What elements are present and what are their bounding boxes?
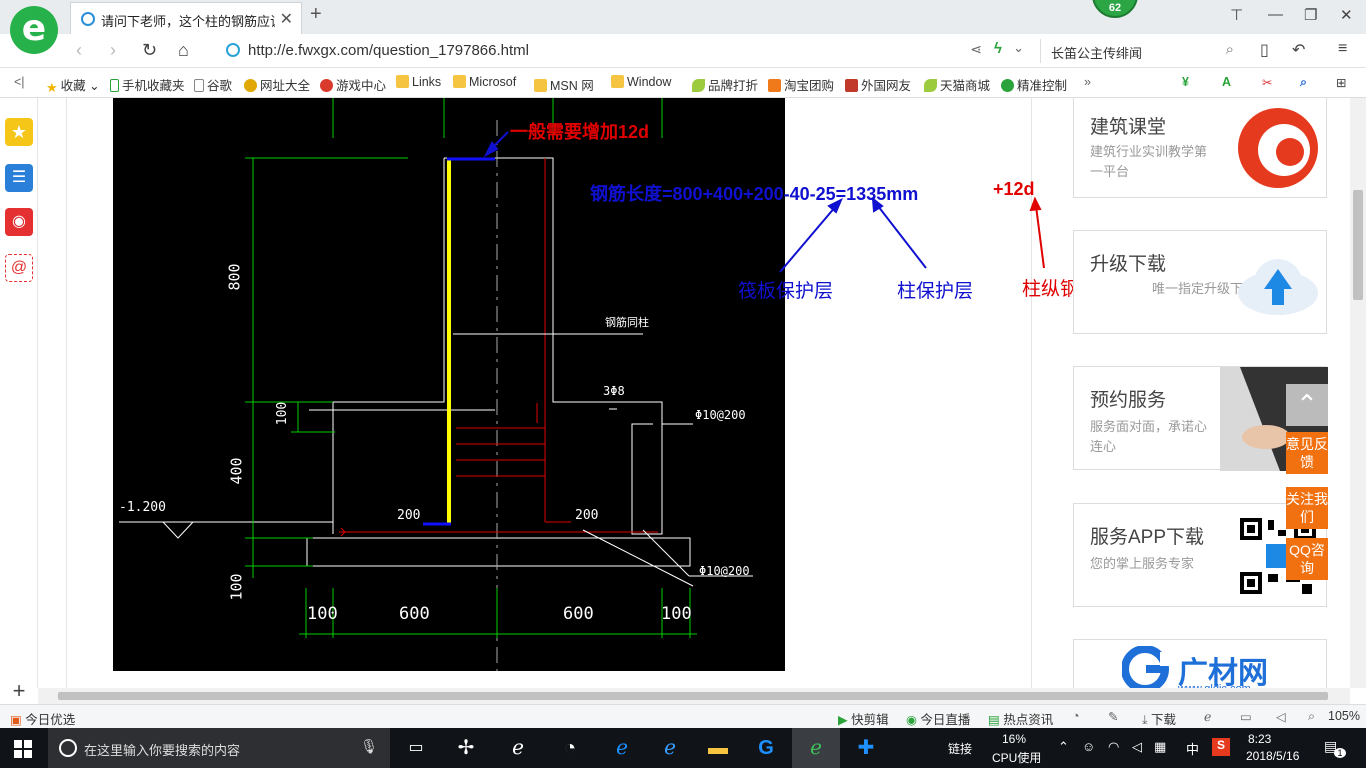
link-toolbar-label[interactable]: 链接 <box>948 740 972 757</box>
mute-icon[interactable]: ◁ <box>1276 709 1286 724</box>
people-icon[interactable]: ☺ <box>1082 739 1095 754</box>
scroll-thumb[interactable] <box>1353 190 1363 300</box>
window-icon[interactable]: ▭ <box>1240 709 1252 724</box>
play-circle-icon: ◉ <box>906 713 917 727</box>
wifi-icon[interactable]: ◠ <box>1108 739 1119 755</box>
feedback-button[interactable]: 意见反馈 <box>1286 432 1328 474</box>
cpu-percent: 16% <box>1002 732 1027 746</box>
brand-logo-icon <box>1122 646 1170 692</box>
zoom-level[interactable]: 105% <box>1328 709 1360 723</box>
edge-icon[interactable]: ℯ <box>598 728 646 768</box>
card-title: 预约服务 <box>1090 390 1167 411</box>
card-subtitle: 服务面对面，承诺心连心 <box>1090 419 1208 454</box>
card-upgrade-download[interactable]: 升级下载 唯一指定升级下载 <box>1073 230 1327 334</box>
back-to-top-button[interactable]: ⌃ <box>1286 384 1328 426</box>
hot-news-link[interactable]: ▤ 热点资讯 <box>988 709 1053 728</box>
status-item-label: 今日直播 <box>920 713 971 727</box>
keyboard-icon[interactable]: ▦ <box>1154 739 1166 755</box>
notification-count: 1 <box>1334 748 1346 758</box>
vertical-scrollbar[interactable] <box>1350 98 1366 688</box>
pinwheel-app-icon[interactable]: ✢ <box>442 728 490 768</box>
status-bar: ▣ 今日优选 ▶ 快剪辑 ◉ 今日直播 ▤ 热点资讯 ◔ ✎ ⤓ 下载 ℯ ▭ … <box>0 704 1366 728</box>
windows-start-icon[interactable] <box>14 740 32 758</box>
flame-logo-icon <box>1238 108 1318 188</box>
task-view-icon[interactable]: ▭ <box>392 728 440 768</box>
annotation-raft-cover: 筏板保护层 <box>738 281 834 302</box>
taskbar-search-placeholder: 在这里输入你要搜索的内容 <box>84 743 241 758</box>
browser-e-icon[interactable]: ℯ <box>494 728 542 768</box>
status-item-label: 下载 <box>1151 713 1177 727</box>
ie-mode-icon[interactable]: ℯ <box>1204 709 1211 724</box>
card-title: 升级下载 <box>1090 254 1167 275</box>
volume-icon[interactable]: ◁ <box>1132 739 1142 755</box>
gift-icon: ▣ <box>10 713 22 727</box>
card-subtitle: 建筑行业实训教学第一平台 <box>1090 144 1208 179</box>
zoom-icon[interactable]: ⌕ <box>1308 709 1315 724</box>
scroll-thumb[interactable] <box>58 692 1328 700</box>
status-item-label: 快剪辑 <box>851 713 889 727</box>
status-item-label: 热点资讯 <box>1003 713 1054 727</box>
cortana-icon <box>59 739 77 757</box>
glodon-app-icon[interactable]: G <box>742 728 790 768</box>
card-subtitle: 您的掌上服务专家 <box>1090 556 1195 571</box>
speed-icon[interactable]: ◔ <box>1072 709 1080 723</box>
sync-app-icon[interactable]: ◔ <box>546 728 594 768</box>
download-icon: ⤓ <box>1142 713 1148 727</box>
live-link[interactable]: ◉ 今日直播 <box>906 709 970 728</box>
quick-edit-link[interactable]: ▶ 快剪辑 <box>838 709 889 728</box>
active-browser-icon[interactable]: ℯ <box>792 728 840 768</box>
show-hidden-icons[interactable]: ⌃ <box>1058 739 1069 755</box>
annotation-column-cover: 柱保护层 <box>897 281 974 302</box>
card-title: 服务APP下载 <box>1090 527 1205 548</box>
annotation-plus-12d: +12d <box>993 179 1035 199</box>
sogou-ime-icon[interactable]: S <box>1212 738 1230 756</box>
ie-icon[interactable]: ℯ <box>646 728 694 768</box>
ime-indicator[interactable]: 中 <box>1186 739 1199 758</box>
file-explorer-icon[interactable]: ▬ <box>694 728 742 768</box>
card-building-class[interactable]: 建筑课堂 建筑行业实训教学第一平台 <box>1073 98 1327 198</box>
clock-date[interactable]: 2018/5/16 <box>1246 749 1299 763</box>
browser-logo: e <box>10 6 58 54</box>
horizontal-scrollbar[interactable] <box>38 688 1350 704</box>
qq-consult-button[interactable]: QQ咨询 <box>1286 538 1328 580</box>
download-link[interactable]: ⤓ 下载 <box>1142 709 1176 728</box>
news-icon: ▤ <box>988 713 1000 727</box>
clock-time[interactable]: 8:23 <box>1248 732 1271 746</box>
status-left-label: 今日优选 <box>25 713 76 727</box>
cloud-upload-icon <box>1238 259 1318 315</box>
pin-icon[interactable]: ✎ <box>1108 709 1118 724</box>
cpu-label: CPU使用 <box>992 751 1042 765</box>
app-plus-icon[interactable]: ✚ <box>842 728 890 768</box>
daily-picks-link[interactable]: ▣ 今日优选 <box>10 709 75 728</box>
taskbar-search[interactable]: 在这里输入你要搜索的内容 🎙︎ <box>48 728 390 768</box>
annotation-top-note: 一般需要增加12d <box>510 122 650 142</box>
taskbar: 在这里输入你要搜索的内容 🎙︎ ▭ ✢ ℯ ◔ ℯ ℯ ▬ G ℯ ✚ 链接 1… <box>0 728 1366 768</box>
annotation-formula: 钢筋长度=800+400+200-40-25=1335mm <box>590 184 919 204</box>
video-edit-icon: ▶ <box>838 713 848 727</box>
follow-us-button[interactable]: 关注我们 <box>1286 487 1328 529</box>
microphone-icon[interactable]: 🎙︎ <box>360 738 378 755</box>
card-title: 建筑课堂 <box>1090 117 1167 138</box>
